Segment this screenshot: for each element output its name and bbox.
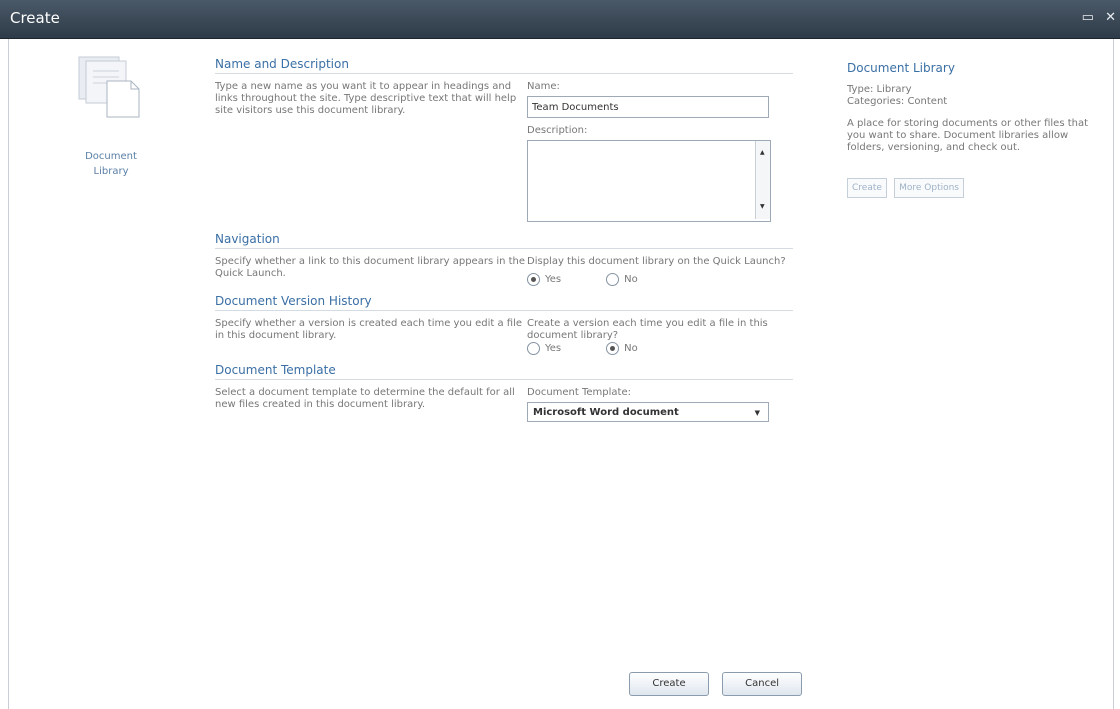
- version-question: Create a version each time you edit a fi…: [527, 318, 768, 341]
- dialog-body: Document Library Name and Description Ty…: [8, 39, 1114, 709]
- label-line1: Document: [85, 151, 137, 162]
- document-template-label: Document Template:: [527, 387, 631, 398]
- name-description-help: Type a new name as you want it to appear…: [215, 81, 517, 116]
- version-yes-radio[interactable]: [527, 342, 540, 355]
- navigation-no-radio[interactable]: [606, 273, 620, 286]
- create-form: Name and Description Type a new name as …: [215, 57, 793, 422]
- panel-create-button: Create: [847, 178, 887, 198]
- chevron-down-icon: ▼: [754, 409, 760, 417]
- scroll-down-icon[interactable]: ▼: [760, 201, 765, 213]
- label-line2: Library: [93, 166, 129, 177]
- document-template-value: Microsoft Word document: [533, 407, 679, 418]
- title-bar: Create ▭ ✕: [0, 0, 1120, 39]
- create-button[interactable]: Create: [629, 672, 709, 696]
- template-info-panel: Document Library Type: Library Categorie…: [847, 62, 1097, 198]
- version-history-help: Specify whether a version is created eac…: [215, 318, 523, 341]
- description-scrollbar[interactable]: ▲ ▼: [755, 141, 770, 219]
- scroll-up-icon[interactable]: ▲: [760, 147, 765, 159]
- create-dialog: Create ▭ ✕ Document Library Name and Des…: [0, 0, 1120, 709]
- close-icon[interactable]: ✕: [1105, 10, 1116, 25]
- navigation-yes-label[interactable]: Yes: [545, 274, 561, 286]
- template-type: Type: Library: [847, 84, 912, 95]
- document-template-heading: Document Template: [215, 363, 793, 380]
- dialog-actions: Create Cancel: [629, 671, 810, 696]
- description-label: Description:: [527, 125, 588, 136]
- description-textarea[interactable]: ▲ ▼: [527, 140, 771, 222]
- document-template-help: Select a document template to determine …: [215, 387, 515, 410]
- template-list: Document Library: [57, 51, 165, 179]
- document-template-select[interactable]: Microsoft Word document ▼: [527, 402, 769, 422]
- document-library-label[interactable]: Document Library: [57, 149, 165, 179]
- version-history-heading: Document Version History: [215, 294, 793, 311]
- template-info-title: Document Library: [847, 61, 955, 75]
- template-categories: Categories: Content: [847, 96, 948, 107]
- version-no-label[interactable]: No: [624, 343, 638, 355]
- navigation-no-label[interactable]: No: [624, 274, 638, 286]
- name-description-heading: Name and Description: [215, 57, 793, 74]
- name-label: Name:: [527, 81, 560, 92]
- navigation-heading: Navigation: [215, 232, 793, 249]
- document-library-icon[interactable]: [73, 51, 149, 121]
- maximize-icon[interactable]: ▭: [1082, 10, 1094, 25]
- version-no-radio[interactable]: [606, 342, 620, 355]
- cancel-button[interactable]: Cancel: [722, 672, 803, 696]
- name-input[interactable]: [527, 96, 769, 118]
- dialog-title: Create: [10, 9, 60, 27]
- navigation-help: Specify whether a link to this document …: [215, 256, 526, 279]
- template-description: A place for storing documents or other f…: [847, 118, 1089, 153]
- navigation-question: Display this document library on the Qui…: [527, 256, 786, 267]
- navigation-yes-radio[interactable]: [527, 273, 540, 286]
- version-yes-label[interactable]: Yes: [545, 343, 561, 355]
- more-options-button: More Options: [894, 178, 964, 198]
